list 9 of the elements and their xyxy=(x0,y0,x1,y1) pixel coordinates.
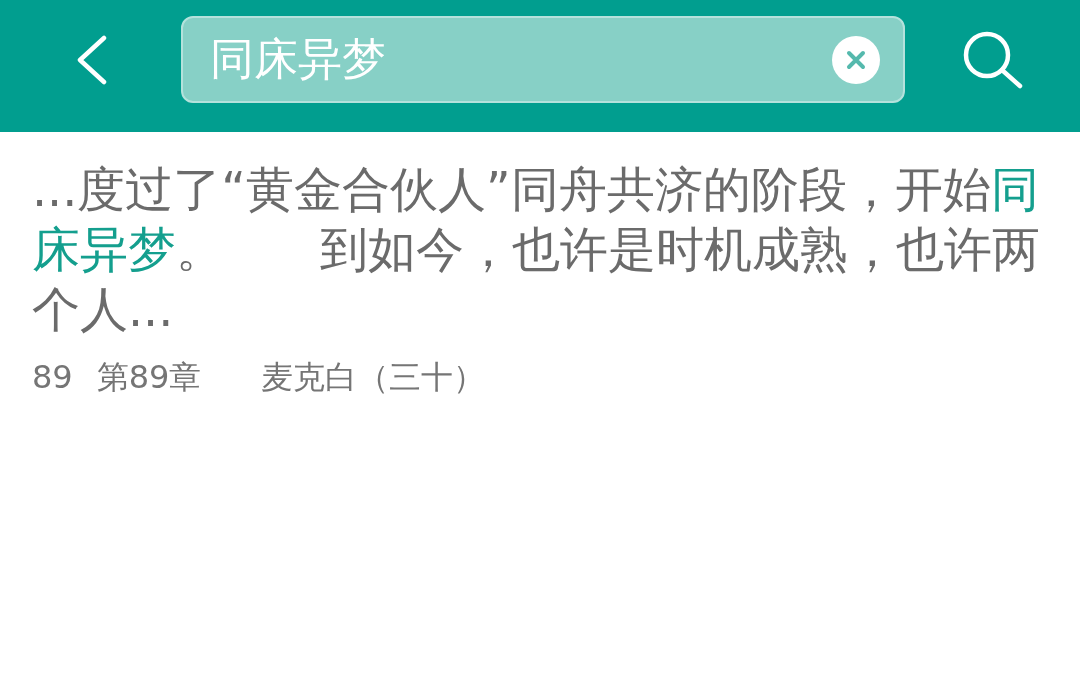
chapter-label: 第89章 xyxy=(96,357,202,397)
clear-icon xyxy=(832,35,880,84)
search-icon xyxy=(961,30,1024,89)
result-number: 89 xyxy=(32,357,73,397)
search-button[interactable] xyxy=(961,30,1024,89)
result-snippet: ...度过了“黄金合伙人”同舟共济的阶段，开始同床异梦。 到如今，也许是时机成熟，也许两个人... xyxy=(32,161,1040,339)
search-field[interactable]: 同床异梦 xyxy=(181,16,905,103)
chapter-title: 麦克白（三十） xyxy=(261,357,486,397)
clear-button[interactable] xyxy=(832,35,880,84)
